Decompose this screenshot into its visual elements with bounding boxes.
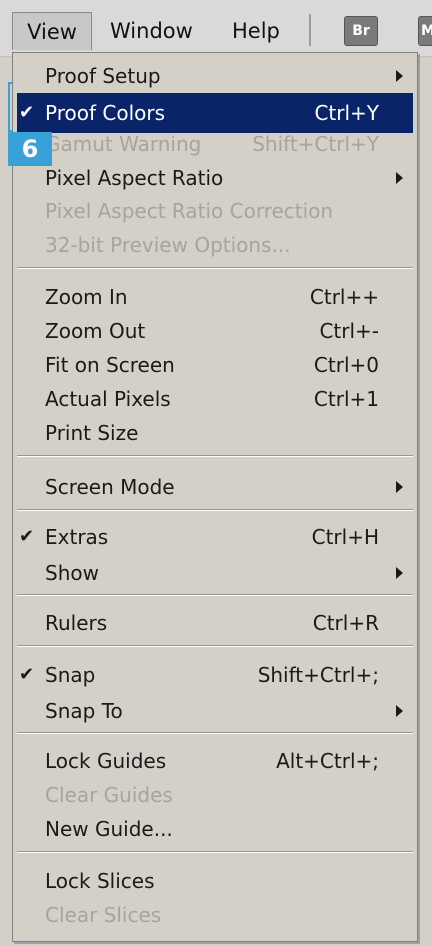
menu-item-label: Pixel Aspect Ratio [45,166,224,190]
menu-item-label: 32-bit Preview Options... [45,233,291,257]
menu-item-fit-on-screen[interactable]: Fit on Screen Ctrl+0 [13,348,417,382]
menu-item-shortcut: Ctrl+R [312,611,379,635]
menu-item-proof-colors[interactable]: ✔ Proof Colors Ctrl+Y [13,96,417,130]
submenu-arrow-icon [396,481,403,493]
menu-item-label: Show [45,561,99,585]
menu-item-shortcut: Ctrl++ [309,285,379,309]
menu-separator [17,267,413,269]
menu-item-label: Screen Mode [45,475,175,499]
menu-item-label: Zoom Out [45,319,146,343]
menu-item-shortcut: Ctrl+- [319,319,379,343]
submenu-arrow-icon [396,70,403,82]
menu-item-label: Proof Setup [45,64,161,88]
menu-item-shortcut: Ctrl+Y [314,101,379,125]
menu-item-label: New Guide... [45,817,173,841]
menu-item-label: Actual Pixels [45,387,171,411]
checkmark-icon: ✔ [19,664,35,685]
menu-item-label: Pixel Aspect Ratio Correction [45,199,334,223]
menu-item-shortcut: Ctrl+1 [313,387,379,411]
menu-item-label: Clear Slices [45,903,162,927]
menu-item-lock-slices[interactable]: Lock Slices [13,864,417,898]
menu-item-zoom-in[interactable]: Zoom In Ctrl++ [13,280,417,314]
menu-item-label: Clear Guides [45,783,173,807]
menu-bar: View Window Help Br M [0,0,432,57]
menu-item-label: Extras [45,525,109,549]
mini-bridge-icon[interactable]: M [418,16,432,46]
menu-item-extras[interactable]: ✔ Extras Ctrl+H [13,520,417,554]
menu-item-label: Lock Guides [45,749,167,773]
menu-view[interactable]: View [12,12,92,50]
menu-item-label: Zoom In [45,285,128,309]
menu-item-print-size[interactable]: Print Size [13,416,417,450]
checkmark-icon: ✔ [19,526,35,547]
submenu-arrow-icon [396,705,403,717]
menu-item-shortcut: Alt+Ctrl+; [276,749,379,773]
menu-item-clear-guides: Clear Guides [13,778,417,812]
submenu-arrow-icon [396,567,403,579]
menu-separator [17,455,413,457]
menu-item-screen-mode[interactable]: Screen Mode [13,470,417,504]
menu-item-clear-slices: Clear Slices [13,898,417,932]
menu-item-32bit-preview-options: 32-bit Preview Options... [13,228,417,262]
menu-item-shortcut: Ctrl+0 [313,353,379,377]
menu-item-label: Print Size [45,421,139,445]
menu-item-gamut-warning: Gamut Warning Shift+Ctrl+Y [13,127,417,161]
menu-item-lock-guides[interactable]: Lock Guides Alt+Ctrl+; [13,744,417,778]
bridge-icon[interactable]: Br [344,16,378,46]
menu-separator [17,645,413,647]
menu-item-show[interactable]: Show [13,556,417,590]
menu-item-pixel-aspect-ratio[interactable]: Pixel Aspect Ratio [13,161,417,195]
step-badge: 6 [8,132,52,166]
menu-item-label: Proof Colors [45,101,165,125]
menu-separator [17,509,413,511]
menu-item-snap-to[interactable]: Snap To [13,694,417,728]
menu-item-shortcut: Shift+Ctrl+Y [252,132,379,156]
menu-item-label: Snap [45,663,96,687]
menu-help[interactable]: Help [232,12,280,50]
checkmark-icon: ✔ [19,102,35,123]
menu-item-shortcut: Ctrl+H [311,525,379,549]
menu-item-pixel-aspect-ratio-correction: Pixel Aspect Ratio Correction [13,194,417,228]
menu-item-proof-setup[interactable]: Proof Setup [13,59,417,93]
menu-item-label: Snap To [45,699,123,723]
menu-item-rulers[interactable]: Rulers Ctrl+R [13,606,417,640]
menu-item-snap[interactable]: ✔ Snap Shift+Ctrl+; [13,658,417,692]
menu-item-new-guide[interactable]: New Guide... [13,812,417,846]
menu-separator [17,851,413,853]
menu-item-label: Lock Slices [45,869,155,893]
menu-item-label: Gamut Warning [45,132,202,156]
menu-item-label: Fit on Screen [45,353,175,377]
submenu-arrow-icon [396,172,403,184]
menu-item-actual-pixels[interactable]: Actual Pixels Ctrl+1 [13,382,417,416]
view-menu: Proof Setup ✔ Proof Colors Ctrl+Y Gamut … [12,52,418,942]
menu-item-label: Rulers [45,611,108,635]
menu-item-shortcut: Shift+Ctrl+; [257,663,379,687]
menubar-separator [309,14,311,46]
menu-separator [17,732,413,734]
menu-item-zoom-out[interactable]: Zoom Out Ctrl+- [13,314,417,348]
menu-separator [17,594,413,596]
menu-window[interactable]: Window [110,12,193,50]
